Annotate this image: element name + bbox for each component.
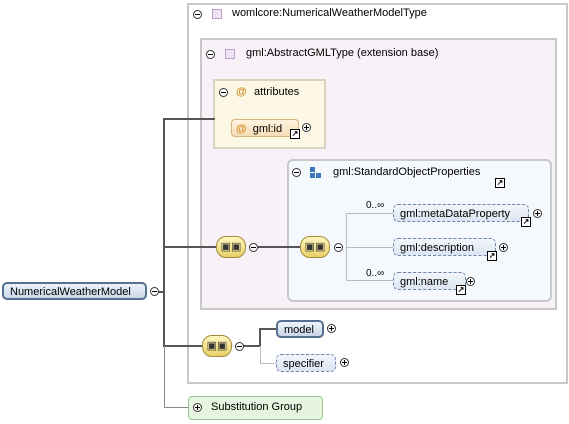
element-label: gml:name	[400, 276, 449, 288]
substitution-group[interactable]: Substitution Group	[188, 396, 323, 420]
sequence-compositor-icon[interactable]: ▣▣	[300, 236, 330, 258]
type-label: womlcore:NumericalWeatherModelType	[232, 7, 427, 19]
reference-link-icon[interactable]: ↗	[487, 251, 497, 261]
expand-element-toggle[interactable]	[466, 277, 475, 286]
collapse-sequence-toggle[interactable]	[334, 243, 343, 252]
collapse-sequence-toggle[interactable]	[249, 243, 258, 252]
connector	[164, 407, 188, 408]
element-model[interactable]: model	[276, 320, 324, 338]
element-label: specifier	[283, 358, 324, 370]
root-element[interactable]: NumericalWeatherModel	[2, 282, 147, 300]
element-specifier[interactable]: specifier	[276, 354, 336, 372]
root-element-label: NumericalWeatherModel	[10, 286, 131, 298]
extension-label: gml:AbstractGMLType (extension base)	[246, 47, 439, 59]
collapse-attributes-toggle[interactable]	[219, 88, 228, 97]
connector	[259, 328, 276, 330]
expand-substitution-toggle[interactable]	[193, 403, 202, 412]
attribute-gml-id[interactable]: @ gml:id	[231, 119, 299, 137]
complex-type-icon	[212, 9, 222, 19]
group-label: gml:StandardObjectProperties	[333, 166, 481, 178]
element-metadataproperty[interactable]: gml:metaDataProperty	[393, 204, 529, 222]
collapse-sequence-toggle[interactable]	[235, 342, 244, 351]
reference-link-icon[interactable]: ↗	[456, 285, 466, 295]
connector	[259, 328, 261, 347]
attribute-label: gml:id	[252, 123, 283, 135]
element-label: model	[284, 324, 314, 336]
element-label: gml:metaDataProperty	[400, 208, 511, 220]
connector	[163, 246, 217, 248]
expand-attribute-toggle[interactable]	[302, 123, 311, 132]
connector	[260, 346, 261, 364]
reference-link-icon[interactable]: ↗	[495, 178, 505, 188]
collapse-root-toggle[interactable]	[150, 287, 159, 296]
connector	[164, 346, 165, 408]
connector	[260, 363, 276, 364]
connector	[163, 118, 165, 347]
connector	[163, 118, 215, 120]
expand-element-toggle[interactable]	[533, 209, 542, 218]
reference-link-icon[interactable]: ↗	[521, 217, 531, 227]
expand-element-toggle[interactable]	[327, 324, 336, 333]
reference-link-icon[interactable]: ↗	[290, 129, 300, 139]
group-icon	[310, 167, 322, 179]
connector	[258, 246, 302, 248]
collapse-type-toggle[interactable]	[193, 10, 202, 19]
connector	[346, 280, 393, 281]
element-label: gml:description	[400, 242, 474, 254]
occurs-label: 0..∞	[366, 268, 385, 279]
substitution-group-label: Substitution Group	[211, 401, 303, 413]
connector	[243, 345, 260, 347]
expand-element-toggle[interactable]	[499, 243, 508, 252]
connector	[346, 213, 393, 214]
connector	[346, 247, 393, 248]
collapse-group-toggle[interactable]	[292, 168, 301, 177]
attributes-title: attributes	[254, 86, 300, 98]
sequence-compositor-icon[interactable]: ▣▣	[202, 335, 232, 357]
complex-type-icon	[225, 49, 235, 59]
collapse-extension-toggle[interactable]	[206, 50, 215, 59]
connector	[163, 345, 202, 347]
element-description[interactable]: gml:description	[393, 238, 496, 256]
attribute-icon: @	[236, 123, 247, 135]
expand-element-toggle[interactable]	[340, 358, 349, 367]
attributes-icon: @	[236, 86, 247, 98]
sequence-compositor-icon[interactable]: ▣▣	[216, 236, 246, 258]
occurs-label: 0..∞	[366, 200, 385, 211]
